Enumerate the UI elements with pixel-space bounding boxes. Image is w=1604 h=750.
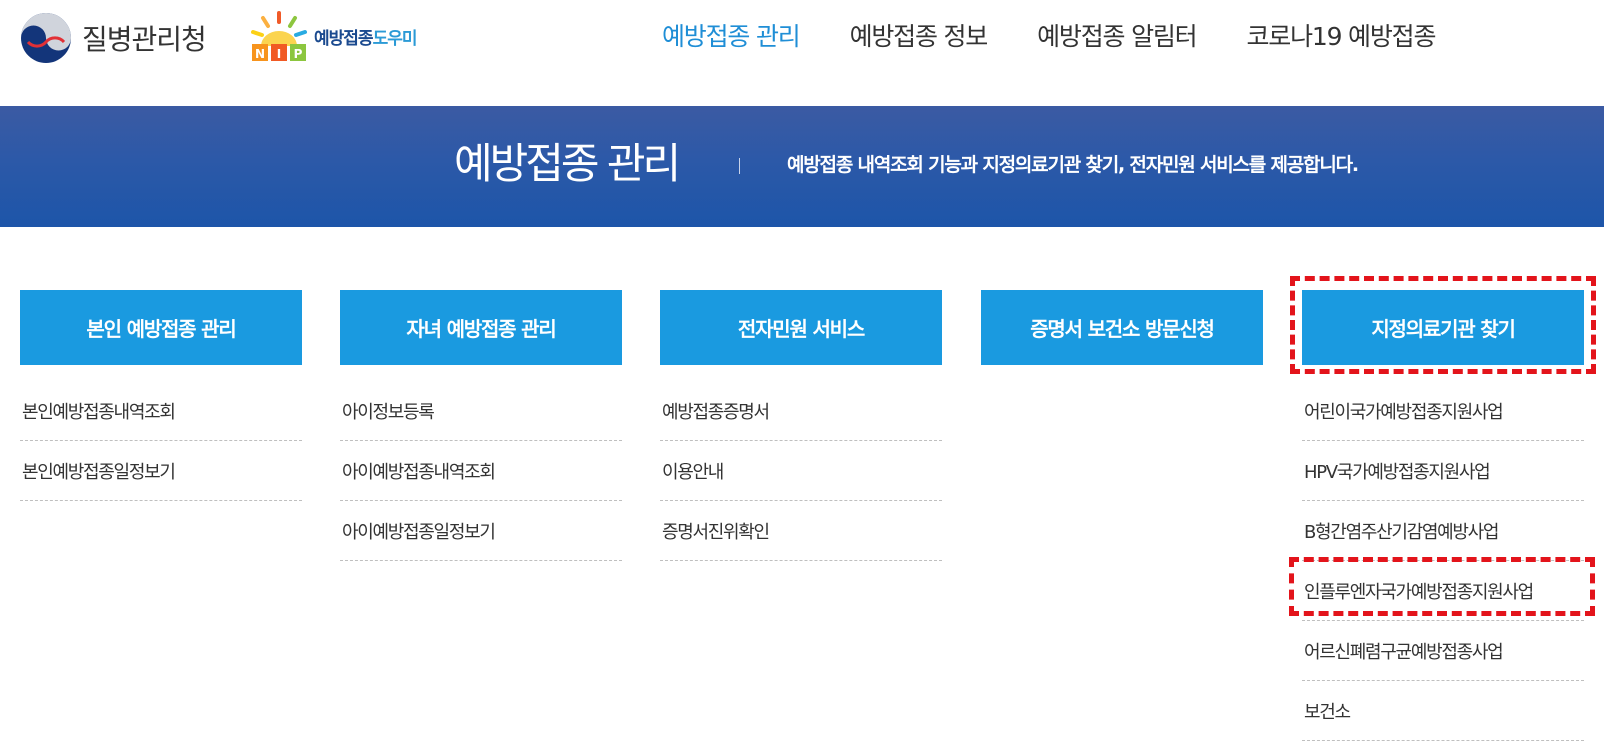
find-designated-clinic-button[interactable]: 지정의료기관 찾기 bbox=[1302, 290, 1584, 365]
nip-name: 예방접종도우미 bbox=[314, 24, 418, 49]
main-nav: 예방접종 관리 예방접종 정보 예방접종 알림터 코로나19 예방접종 bbox=[662, 14, 1485, 60]
link-child-nip-program[interactable]: 어린이국가예방접종지원사업 bbox=[1302, 381, 1584, 441]
link-senior-pneumococcal-program[interactable]: 어르신폐렴구균예방접종사업 bbox=[1302, 621, 1584, 681]
link-hepb-perinatal-program[interactable]: B형간염주산기감염예방사업 bbox=[1302, 501, 1584, 561]
menu-column-e-civil: 전자민원 서비스 예방접종증명서 이용안내 증명서진위확인 bbox=[660, 290, 942, 561]
certificate-visit-request-button[interactable]: 증명서 보건소 방문신청 bbox=[981, 290, 1263, 365]
menu-column-certificate-visit: 증명서 보건소 방문신청 bbox=[981, 290, 1263, 365]
svg-text:N: N bbox=[255, 47, 265, 61]
nip-name-part1: 예방접종 bbox=[314, 28, 374, 49]
kdca-name: 질병관리청 bbox=[82, 23, 207, 56]
e-civil-service-links: 예방접종증명서 이용안내 증명서진위확인 bbox=[660, 381, 942, 561]
kdca-emblem-icon bbox=[21, 13, 71, 63]
link-certificate-verification[interactable]: 증명서진위확인 bbox=[660, 501, 942, 561]
child-vaccination-links: 아이정보등록 아이예방접종내역조회 아이예방접종일정보기 bbox=[340, 381, 622, 561]
nip-name-part2: 도우미 bbox=[372, 28, 418, 49]
child-vaccination-button[interactable]: 자녀 예방접종 관리 bbox=[340, 290, 622, 365]
self-vaccination-button[interactable]: 본인 예방접종 관리 bbox=[20, 290, 302, 365]
e-civil-service-button[interactable]: 전자민원 서비스 bbox=[660, 290, 942, 365]
link-usage-guide[interactable]: 이용안내 bbox=[660, 441, 942, 501]
title-divider bbox=[739, 158, 740, 174]
link-vaccination-certificate[interactable]: 예방접종증명서 bbox=[660, 381, 942, 441]
kdca-logo[interactable]: 질병관리청 bbox=[20, 12, 207, 64]
menu-column-clinic-finder: 지정의료기관 찾기 어린이국가예방접종지원사업 HPV국가예방접종지원사업 B형… bbox=[1302, 290, 1584, 741]
self-vaccination-links: 본인예방접종내역조회 본인예방접종일정보기 bbox=[20, 381, 302, 501]
nav-item-vaccination-info[interactable]: 예방접종 정보 bbox=[850, 14, 989, 60]
link-child-registration[interactable]: 아이정보등록 bbox=[340, 381, 622, 441]
link-child-vaccination-history[interactable]: 아이예방접종내역조회 bbox=[340, 441, 622, 501]
svg-text:I: I bbox=[277, 47, 281, 61]
link-influenza-nip-program[interactable]: 인플루엔자국가예방접종지원사업 bbox=[1302, 561, 1584, 621]
page-title: 예방접종 관리 bbox=[454, 139, 681, 188]
designated-clinic-links: 어린이국가예방접종지원사업 HPV국가예방접종지원사업 B형간염주산기감염예방사… bbox=[1302, 381, 1584, 741]
svg-text:P: P bbox=[294, 47, 303, 61]
nip-logo[interactable]: N I P 예방접종도우미 bbox=[250, 10, 418, 62]
link-hpv-nip-program[interactable]: HPV국가예방접종지원사업 bbox=[1302, 441, 1584, 501]
nip-sun-icon: N I P bbox=[251, 11, 307, 61]
link-self-vaccination-history[interactable]: 본인예방접종내역조회 bbox=[20, 381, 302, 441]
link-child-vaccination-schedule[interactable]: 아이예방접종일정보기 bbox=[340, 501, 622, 561]
link-self-vaccination-schedule[interactable]: 본인예방접종일정보기 bbox=[20, 441, 302, 501]
nav-item-vaccination-management[interactable]: 예방접종 관리 bbox=[662, 14, 801, 60]
page-description: 예방접종 내역조회 기능과 지정의료기관 찾기, 전자민원 서비스를 제공합니다… bbox=[787, 154, 1359, 176]
site-header: 질병관리청 N I P 예방접종도우미 예방접종 관리 예방접종 정보 예방접종… bbox=[0, 0, 1604, 106]
menu-column-child: 자녀 예방접종 관리 아이정보등록 아이예방접종내역조회 아이예방접종일정보기 bbox=[340, 290, 622, 561]
page-banner: 예방접종 관리 예방접종 내역조회 기능과 지정의료기관 찾기, 전자민원 서비… bbox=[0, 106, 1604, 227]
nav-item-vaccination-notice[interactable]: 예방접종 알림터 bbox=[1037, 14, 1198, 60]
menu-column-self: 본인 예방접종 관리 본인예방접종내역조회 본인예방접종일정보기 bbox=[20, 290, 302, 501]
nav-item-covid19-vaccination[interactable]: 코로나19 예방접종 bbox=[1246, 14, 1436, 60]
link-health-center[interactable]: 보건소 bbox=[1302, 681, 1584, 741]
